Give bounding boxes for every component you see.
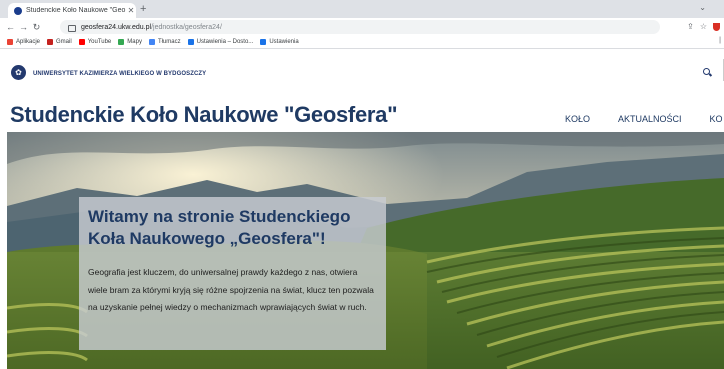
youtube-icon bbox=[78, 39, 85, 45]
shield-icon[interactable] bbox=[713, 22, 720, 31]
search-icon[interactable] bbox=[703, 68, 713, 77]
gmail-icon bbox=[47, 39, 54, 45]
bookmark-label: Ustawienia bbox=[269, 39, 299, 45]
site-header: ✿ UNIWERSYTET KAZIMIERZA WIELKIEGO W BYD… bbox=[0, 53, 724, 95]
url-input[interactable]: geosfera24.ukw.edu.pl /jednostka/geosfer… bbox=[60, 20, 660, 34]
maps-icon bbox=[118, 39, 125, 45]
forward-icon[interactable]: → bbox=[17, 22, 30, 32]
address-toolbar: ← → ↻ geosfera24.ukw.edu.pl /jednostka/g… bbox=[0, 18, 724, 36]
bookmark-label: YouTube bbox=[87, 39, 112, 45]
browser-tab[interactable]: Studenckie Koło Naukowe "Geo... ✕ bbox=[8, 3, 136, 18]
welcome-heading: Witamy na stronie Studenckiego Koła Nauk… bbox=[88, 207, 351, 248]
bookmark-item[interactable]: Ustawienia bbox=[260, 39, 299, 45]
globe-icon bbox=[14, 6, 22, 15]
bookmarks-bar: Aplikacje Gmail YouTube Mapy Tłumacz Ust… bbox=[0, 36, 724, 49]
plus-icon[interactable]: + bbox=[140, 3, 146, 15]
page-title[interactable]: Studenckie Koło Naukowe "Geosfera" bbox=[10, 102, 398, 128]
bookmark-label: Aplikacje bbox=[16, 39, 41, 45]
bookmark-item[interactable]: Gmail bbox=[47, 39, 72, 45]
university-name[interactable]: UNIWERSYTET KAZIMIERZA WIELKIEGO W BYDGO… bbox=[33, 71, 206, 77]
url-path: /jednostka/geosfera24/ bbox=[151, 23, 222, 31]
share-icon[interactable]: ⇪ bbox=[687, 22, 694, 31]
back-icon[interactable]: ← bbox=[4, 22, 17, 32]
translate-icon bbox=[148, 39, 155, 45]
university-logo-icon[interactable]: ✿ bbox=[11, 65, 26, 80]
bookmark-label: Tłumacz bbox=[157, 39, 181, 45]
welcome-text: Geografia jest kluczem, do uniwersalnej … bbox=[88, 267, 374, 312]
tab-title: Studenckie Koło Naukowe "Geo... bbox=[26, 7, 126, 14]
bookmark-item[interactable]: Aplikacje bbox=[7, 39, 40, 45]
settings-icon bbox=[260, 39, 267, 45]
star-icon[interactable]: ☆ bbox=[700, 22, 707, 31]
welcome-card: Witamy na stronie Studenckiego Koła Nauk… bbox=[79, 197, 386, 350]
menu-item-kolo[interactable]: KOŁO bbox=[565, 114, 590, 124]
chevron-down-icon[interactable]: ⌄ bbox=[699, 3, 706, 12]
bookmark-label: Gmail bbox=[56, 39, 72, 45]
reload-icon[interactable]: ↻ bbox=[30, 22, 43, 33]
url-host: geosfera24.ukw.edu.pl bbox=[81, 23, 152, 31]
settings-icon bbox=[187, 39, 194, 45]
bookmark-item[interactable]: Mapy bbox=[118, 39, 142, 45]
bookmark-item[interactable]: Tłumacz bbox=[148, 39, 181, 45]
bookmark-label: Ustawienia – Dosto... bbox=[196, 39, 254, 45]
bookmark-label: Mapy bbox=[127, 39, 142, 45]
apps-icon bbox=[7, 39, 13, 45]
close-icon[interactable]: ✕ bbox=[126, 6, 136, 15]
more-bookmarks-icon[interactable]: | bbox=[719, 37, 721, 44]
bookmark-item[interactable]: YouTube bbox=[78, 39, 112, 45]
lock-icon bbox=[68, 24, 76, 32]
toolbar-actions: ⇪ ☆ bbox=[687, 22, 720, 31]
menu-item-aktualnosci[interactable]: AKTUALNOŚCI bbox=[618, 114, 682, 124]
main-menu: KOŁO AKTUALNOŚCI KO bbox=[565, 114, 724, 124]
menu-item-ko[interactable]: KO bbox=[710, 114, 723, 124]
browser-tab-strip: Studenckie Koło Naukowe "Geo... ✕ + ⌄ bbox=[0, 0, 724, 18]
bookmark-item[interactable]: Ustawienia – Dosto... bbox=[187, 39, 254, 45]
